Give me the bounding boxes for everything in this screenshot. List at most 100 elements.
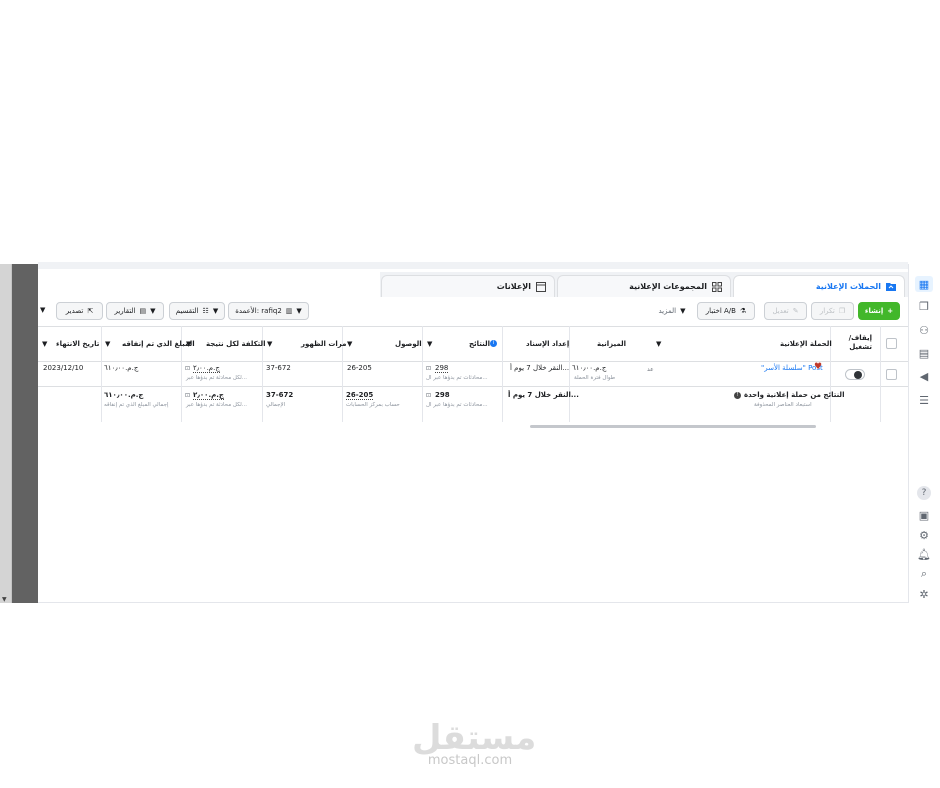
audience-icon[interactable]: ⚇ — [915, 322, 933, 338]
summary-sub: استبعاد العناصر المحذوفة — [754, 402, 812, 408]
table-top-border — [38, 326, 908, 327]
reports-dropdown[interactable]: التقارير ▤ ▼ — [106, 302, 164, 320]
campaign-toggle[interactable] — [845, 369, 865, 380]
reach-sort-chevron-icon[interactable]: ▼ — [347, 340, 352, 348]
summary-results-sub: محادثات تم بدؤها عبر ال... — [426, 402, 488, 408]
info-icon[interactable]: ! — [734, 392, 741, 399]
header-toggle[interactable]: إيقاف/ تشغيل — [842, 334, 872, 352]
settings-icon[interactable]: ⚙ — [915, 527, 933, 543]
columns-icon: ▥ — [285, 307, 293, 315]
ad-icon — [536, 281, 546, 292]
header-results[interactable]: النتائج — [469, 340, 490, 348]
attribution-value: النقر خلال 7 يوم أ... — [510, 364, 570, 372]
col-divider — [101, 326, 102, 422]
billing-icon[interactable]: ▣ — [915, 507, 933, 523]
columns-label: الأعمدة: rafiq2 — [235, 307, 282, 315]
summary-spent: ج.م.‏٦١٠٫٠٠ — [104, 391, 144, 399]
table-icon[interactable]: ▦ — [915, 276, 933, 292]
tab-campaigns-label: الحملات الإعلانية — [815, 282, 881, 291]
create-button[interactable]: إنشاء + — [858, 302, 900, 320]
spent-sort-chevron-icon[interactable]: ▼ — [105, 340, 110, 348]
header-end-date[interactable]: تاريخ الانتهاء — [56, 340, 99, 348]
row-checkbox[interactable] — [886, 369, 897, 380]
reports-label: التقارير — [114, 307, 136, 315]
chat-icon: ⊡ — [185, 365, 191, 372]
breakdown-label: التقسيم — [175, 307, 199, 315]
columns-dropdown[interactable]: الأعمدة: rafiq2 ▥ ▼ — [228, 302, 309, 320]
ab-test-label: اختبار A/B — [705, 307, 736, 315]
tab-campaigns[interactable]: الحملات الإعلانية — [733, 275, 905, 297]
header-campaign[interactable]: الحملة الإعلانية — [780, 340, 832, 348]
summary-cost[interactable]: ج.م.‏٢٫٠٠ — [193, 391, 224, 400]
chevron-down-icon: ▼ — [150, 307, 156, 315]
chevron-down-icon: ▼ — [212, 307, 219, 315]
reports-icon: ▤ — [139, 307, 147, 315]
edit-button[interactable]: تعديل ✎ — [764, 302, 807, 320]
spent-value: ج.م.‏٦١٠٫٠٠ — [104, 364, 139, 372]
export-button[interactable]: تصدير ⇱ — [56, 302, 103, 320]
top-strip — [38, 262, 908, 269]
grid-icon — [712, 281, 722, 292]
results-value[interactable]: 298 — [435, 364, 449, 373]
cost-value[interactable]: ج.م.‏٢٫٠٠ — [193, 364, 220, 373]
create-label: إنشاء — [864, 307, 884, 315]
col-divider — [422, 326, 423, 422]
pencil-icon: ✎ — [792, 307, 799, 315]
header-amount-spent[interactable]: المبلغ الذي تم إنفاقه — [122, 340, 195, 348]
menu-icon[interactable]: ☰ — [915, 392, 933, 408]
ab-test-button[interactable]: اختبار A/B ⚗ — [697, 302, 755, 320]
bell-icon[interactable]: 🔔︎ — [915, 546, 933, 562]
impressions-value: 37-672 — [266, 364, 291, 372]
pages-icon[interactable]: ❐ — [915, 298, 933, 314]
summary-reach-sub: حساب بمركز الحسابات — [346, 402, 400, 408]
info-icon[interactable]: i — [490, 340, 497, 347]
breakdown-dropdown[interactable]: التقسيم ☷ ▼ — [169, 302, 225, 320]
heart-icon: ♥ — [814, 362, 823, 372]
tab-adsets-label: المجموعات الإعلانية — [629, 282, 707, 291]
megaphone-icon[interactable]: ◀ — [915, 368, 933, 384]
reach-value: 26-205 — [347, 364, 372, 372]
chat-icon: ⊡ — [185, 392, 191, 399]
duplicate-button[interactable]: تكرار ❐ — [811, 302, 854, 320]
help-icon[interactable]: ? — [915, 485, 933, 501]
budget-value: ج.م.‏٦١٠٫٠٠ — [572, 364, 607, 372]
export-icon: ⇱ — [87, 307, 94, 315]
header-reach[interactable]: الوصول — [395, 340, 422, 348]
search-icon[interactable]: ⌕ — [915, 566, 933, 582]
header-bottom-border — [38, 361, 908, 362]
export-more-chevron-icon[interactable]: ▼ — [40, 306, 45, 314]
left-panel-light — [0, 264, 12, 603]
scroll-down-arrow-icon[interactable]: ▼ — [2, 596, 7, 603]
chat-icon: ⊡ — [426, 365, 432, 372]
header-attribution[interactable]: إعداد الإسناد — [526, 340, 569, 348]
tab-adsets[interactable]: المجموعات الإعلانية — [557, 275, 731, 297]
row-divider — [38, 386, 908, 387]
breakdown-icon: ☷ — [202, 307, 209, 315]
folder-icon — [886, 282, 896, 292]
impressions-sort-chevron-icon[interactable]: ▼ — [267, 340, 272, 348]
watermark-logo: مستقل — [412, 718, 537, 758]
bug-icon[interactable]: ✲ — [915, 586, 933, 602]
summary-reach[interactable]: 26-205 — [346, 391, 374, 400]
horizontal-scrollbar[interactable] — [530, 425, 816, 428]
flask-icon: ⚗ — [739, 307, 747, 315]
catalog-icon[interactable]: ▤ — [915, 345, 933, 361]
header-cost-per-result[interactable]: التكلفة لكل نتيجة — [206, 340, 266, 348]
ends-sort-chevron-icon[interactable]: ▼ — [42, 340, 47, 348]
summary-cost-sub: لكل محادثة تم بدؤها عبر... — [186, 402, 248, 408]
plus-icon: + — [887, 307, 894, 315]
select-all-checkbox[interactable] — [886, 338, 897, 349]
col-divider — [502, 326, 503, 422]
budget-sub: طوال فترة الحملة — [574, 375, 616, 381]
summary-results: 298 — [435, 391, 450, 399]
chevron-down-icon: ▼ — [296, 307, 302, 315]
tab-ads[interactable]: الإعلانات — [381, 275, 555, 297]
duplicate-label: تكرار — [819, 307, 835, 315]
end-date-value: 2023/12/10 — [43, 364, 84, 372]
header-budget[interactable]: الميزانية — [597, 340, 626, 348]
campaign-extra: عد — [647, 366, 654, 373]
more-dropdown[interactable]: المزيد ▼ — [652, 302, 692, 320]
campaign-sort-chevron-icon[interactable]: ▼ — [656, 340, 661, 348]
header-impressions[interactable]: مرات الظهور — [301, 340, 346, 348]
results-sort-chevron-icon[interactable]: ▼ — [427, 340, 432, 348]
